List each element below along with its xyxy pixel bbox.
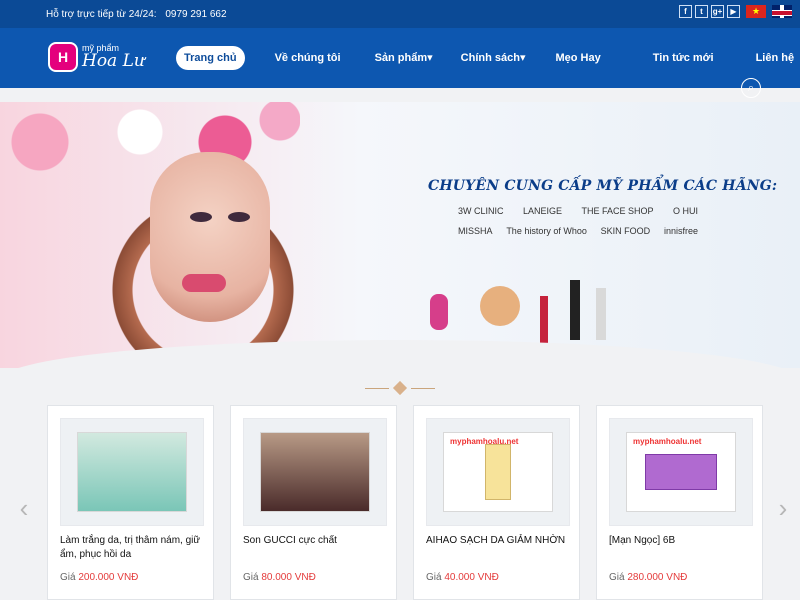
section-divider xyxy=(363,380,437,396)
model-face-illustration xyxy=(150,152,270,322)
social-links: f t g+ ▶ xyxy=(679,5,792,18)
chevron-down-icon: ▾ xyxy=(427,52,433,64)
product-card[interactable]: Làm trắng da, trị thâm nám, giữ ẩm, phục… xyxy=(47,405,214,600)
nav-item-news[interactable]: Tin tức mới xyxy=(653,46,714,70)
watermark-text: myphamhoalu.net xyxy=(450,437,519,446)
nav-item-products[interactable]: Sản phẩm▾ xyxy=(375,46,433,70)
product-title[interactable]: Làm trắng da, trị thâm nám, giữ ẩm, phục… xyxy=(60,534,206,562)
brand-logo: The history of Whoo xyxy=(506,226,587,236)
lipstick-icon xyxy=(540,296,548,344)
price-value: 40.000 VNĐ xyxy=(444,572,499,583)
nav-item-about[interactable]: Về chúng tôi xyxy=(275,46,341,70)
brand-logo: MISSHA xyxy=(458,226,493,236)
product-title[interactable]: Son GUCCI cực chất xyxy=(243,534,389,548)
nav-item-contact[interactable]: Liên hệ xyxy=(756,46,795,70)
main-nav: H mỹ phẩm Hoa Lư Trang chủ Về chúng tôi … xyxy=(0,28,800,98)
product-photo: myphamhoalu.net xyxy=(443,432,553,512)
search-icon[interactable]: ⌕ xyxy=(741,78,761,98)
product-tube-illustration xyxy=(485,444,511,500)
hero-banner: CHUYÊN CUNG CẤP MỸ PHẨM CÁC HÃNG: 3W CLI… xyxy=(0,102,800,368)
brand-logo: 3W CLINIC xyxy=(458,206,504,216)
product-image[interactable]: myphamhoalu.net xyxy=(426,418,570,526)
logo-big-text: Hoa Lư xyxy=(82,51,145,71)
product-card[interactable]: Son GUCCI cực chất Giá 80.000 VNĐ xyxy=(230,405,397,600)
diamond-icon xyxy=(392,380,408,396)
product-price: Giá 40.000 VNĐ xyxy=(426,572,499,583)
nav-item-tips[interactable]: Mẹo Hay xyxy=(556,46,601,70)
brand-logo: O HUI xyxy=(672,206,698,216)
price-value: 200.000 VNĐ xyxy=(78,572,139,583)
top-bar: Hỗ trợ trực tiếp từ 24/24: 0979 291 662 … xyxy=(0,0,800,28)
logo-text: mỹ phẩm Hoa Lư xyxy=(82,44,145,70)
googleplus-icon[interactable]: g+ xyxy=(711,5,724,18)
support-label: Hỗ trợ trực tiếp từ 24/24: xyxy=(46,9,157,20)
product-price: Giá 80.000 VNĐ xyxy=(243,572,316,583)
product-photo xyxy=(77,432,187,512)
nav-item-policy-label: Chính sách xyxy=(460,52,520,64)
product-card[interactable]: myphamhoalu.net AIHAO SẠCH DA GIẢM NHỜN … xyxy=(413,405,580,600)
mascara-icon xyxy=(570,280,580,340)
nav-item-home[interactable]: Trang chủ xyxy=(176,46,245,70)
product-image[interactable]: myphamhoalu.net xyxy=(609,418,753,526)
nav-item-products-label: Sản phẩm xyxy=(374,52,428,64)
nail-polish-icon xyxy=(430,294,448,330)
support-hotline: Hỗ trợ trực tiếp từ 24/24: 0979 291 662 xyxy=(46,9,227,20)
brand-logo: innisfree xyxy=(663,226,698,236)
product-photo xyxy=(260,432,370,512)
product-image[interactable] xyxy=(243,418,387,526)
brand-list: 3W CLINIC LANEIGE THE FACE SHOP O HUI MI… xyxy=(458,206,698,236)
logo-icon: H xyxy=(48,42,78,72)
price-label: Giá xyxy=(243,572,259,583)
watermark-text: myphamhoalu.net xyxy=(633,437,702,446)
product-title[interactable]: [Mạn Ngọc] 6B xyxy=(609,534,755,548)
price-value: 280.000 VNĐ xyxy=(627,572,688,583)
uk-flag-icon[interactable] xyxy=(772,5,792,18)
banner-headline: CHUYÊN CUNG CẤP MỸ PHẨM CÁC HÃNG: xyxy=(428,178,778,194)
blush-icon xyxy=(480,286,520,326)
product-photo: myphamhoalu.net xyxy=(626,432,736,512)
lips-icon xyxy=(182,274,226,292)
brush-icon xyxy=(596,288,606,340)
cosmetics-illustration xyxy=(400,276,630,348)
chevron-down-icon: ▾ xyxy=(519,52,526,64)
price-label: Giá xyxy=(60,572,76,583)
twitter-icon[interactable]: t xyxy=(695,5,708,18)
product-title[interactable]: AIHAO SẠCH DA GIẢM NHỜN xyxy=(426,534,572,548)
brand-logo: THE FACE SHOP xyxy=(581,206,654,216)
product-image[interactable] xyxy=(60,418,204,526)
product-box-illustration xyxy=(645,454,717,490)
vietnam-flag-icon[interactable] xyxy=(746,5,766,18)
carousel-next-icon[interactable]: › xyxy=(774,495,792,521)
facebook-icon[interactable]: f xyxy=(679,5,692,18)
price-value: 80.000 VNĐ xyxy=(261,572,316,583)
nav-item-policy[interactable]: Chính sách▾ xyxy=(461,46,526,70)
carousel-prev-icon[interactable]: ‹ xyxy=(15,495,33,521)
brand-logo: SKIN FOOD xyxy=(600,226,651,236)
product-cards: Làm trắng da, trị thâm nám, giữ ẩm, phục… xyxy=(47,405,763,600)
brand-logo: LANEIGE xyxy=(522,206,562,216)
product-price: Giá 200.000 VNĐ xyxy=(60,572,138,583)
price-label: Giá xyxy=(426,572,442,583)
site-logo[interactable]: H mỹ phẩm Hoa Lư xyxy=(48,42,145,72)
youtube-icon[interactable]: ▶ xyxy=(727,5,740,18)
eye-icon xyxy=(190,212,212,222)
nav-menu: Trang chủ Về chúng tôi Sản phẩm▾ Chính s… xyxy=(176,46,794,70)
support-phone[interactable]: 0979 291 662 xyxy=(165,9,226,20)
eye-icon xyxy=(228,212,250,222)
product-carousel: ‹ › Làm trắng da, trị thâm nám, giữ ẩm, … xyxy=(0,405,800,600)
product-card[interactable]: myphamhoalu.net [Mạn Ngọc] 6B Giá 280.00… xyxy=(596,405,763,600)
price-label: Giá xyxy=(609,572,625,583)
product-price: Giá 280.000 VNĐ xyxy=(609,572,687,583)
